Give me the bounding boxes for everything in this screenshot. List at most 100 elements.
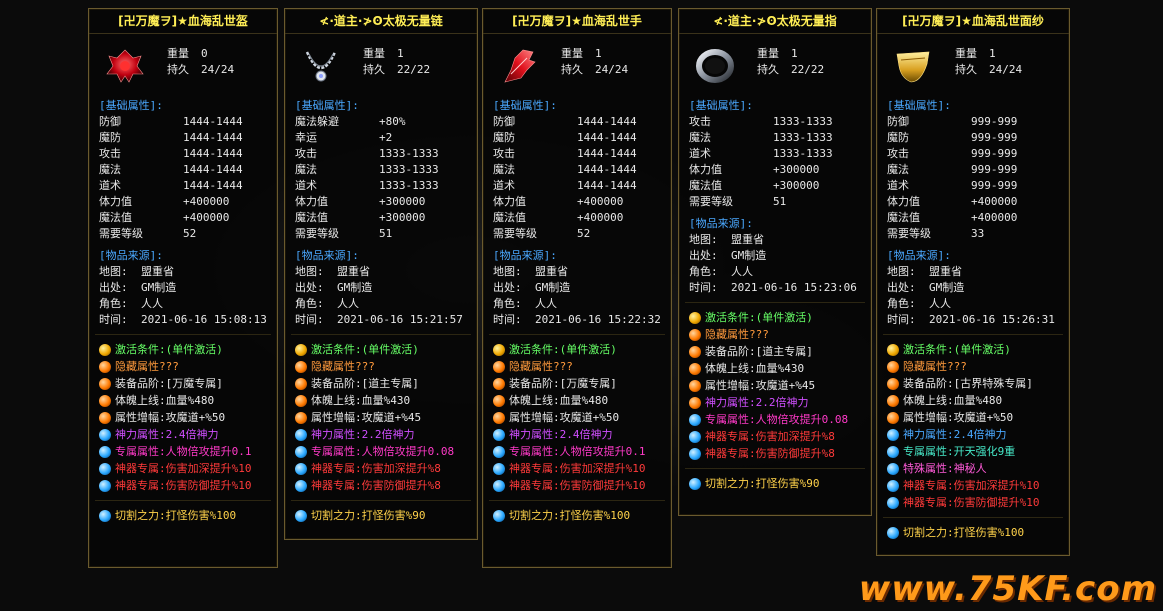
blue-orb-icon (493, 462, 505, 475)
attr-value: 999-999 (971, 163, 1018, 176)
attr-label: 需要等级 (493, 227, 537, 240)
attr-value: +400000 (971, 195, 1018, 208)
amplify-line: 属性增幅:攻魔道+%45 (679, 377, 871, 394)
artifact-line: 神器专属:伤害防御提升%10 (877, 494, 1069, 511)
source-label: 角色: (99, 297, 128, 310)
durability-label: 持久 (363, 63, 385, 76)
attr-row: 防御 1444-1444 (493, 114, 671, 130)
exclusive-line: 专属属性:人物倍攻提升0.08 (679, 411, 871, 428)
attr-row: 攻击 1333-1333 (295, 146, 477, 162)
source-label: 地图: (295, 265, 324, 278)
base-attributes-title: [基础属性]: (493, 99, 557, 112)
line-text: 神器专属:伤害加深提升%10 (903, 478, 1040, 492)
attr-label: 需要等级 (295, 227, 339, 240)
grade-line: 装备品阶:[道主专属] (285, 375, 477, 392)
weight-label: 重量 (757, 47, 779, 60)
item-tooltip-necklace: ≮·道主·≯ʘ太极无量链 重量 1 持久 22/22 [基础属性]: 魔法躲避 +80… (284, 8, 478, 540)
line-text: 专属属性:开天强化9重 (903, 444, 1016, 458)
hidden-attr-line: 隐藏属性??? (89, 358, 277, 375)
item-header: 重量 1 持久 24/24 (483, 34, 671, 98)
source-value: 人人 (141, 297, 163, 310)
source-label: 出处: (99, 281, 128, 294)
source-title: [物品来源]: (689, 217, 753, 230)
source-label: 出处: (295, 281, 324, 294)
attr-label: 道术 (99, 179, 121, 192)
source-label: 时间: (689, 281, 718, 294)
attr-label: 防御 (99, 115, 121, 128)
attr-value: 1333-1333 (379, 163, 439, 176)
divider (291, 334, 471, 335)
blue-orb-icon (99, 509, 111, 522)
divider (685, 302, 865, 303)
base-attributes: 防御 1444-1444 魔防 1444-1444 攻击 1444-1444 魔法 14… (89, 114, 277, 242)
blue-orb-icon (689, 447, 701, 460)
line-text: 神器专属:伤害加深提升%10 (115, 461, 252, 475)
line-text: 神器专属:伤害防御提升%10 (903, 495, 1040, 509)
line-text: 激活条件:(单件激活) (115, 342, 223, 356)
line-text: 属性增幅:攻魔道+%45 (311, 410, 422, 424)
attr-value: 1444-1444 (577, 147, 637, 160)
blue-orb-icon (887, 496, 899, 509)
gold-orb-icon (887, 343, 899, 356)
attr-value: +2 (379, 131, 393, 144)
weight-value: 1 (989, 47, 996, 60)
attr-label: 需要等级 (99, 227, 143, 240)
red-gauntlet-icon (504, 49, 536, 83)
attr-value: 1444-1444 (577, 163, 637, 176)
grade-line: 装备品阶:[万魔专属] (483, 375, 671, 392)
weight-value: 1 (595, 47, 602, 60)
source-row: 时间: 2021-06-16 15:22:32 (483, 312, 671, 328)
gold-veil-icon (896, 51, 930, 83)
attr-value: 1444-1444 (577, 131, 637, 144)
orange-orb-icon (689, 379, 701, 392)
item-tooltip-ring: ≮·道主·≯ʘ太极无量指 重量 1 持久 22/22 [基础属性]: 攻击 1333-… (678, 8, 872, 516)
attr-row: 需要等级 33 (887, 226, 1069, 242)
attr-label: 道术 (887, 179, 909, 192)
line-text: 激活条件:(单件激活) (311, 342, 419, 356)
source-value: 盟重省 (141, 265, 174, 278)
line-text: 激活条件:(单件激活) (509, 342, 617, 356)
orange-orb-icon (887, 360, 899, 373)
attr-label: 魔法 (295, 163, 317, 176)
item-name: ≮·道主·≯ʘ太极无量指 (679, 9, 871, 34)
god-power-line: 神力属性:2.4倍神力 (483, 426, 671, 443)
attr-label: 魔法值 (493, 211, 526, 224)
source-value: 人人 (731, 265, 753, 278)
blue-orb-icon (295, 428, 307, 441)
line-text: 体魄上线:血量%480 (509, 393, 609, 407)
orange-orb-icon (493, 377, 505, 390)
artifact-line: 神器专属:伤害防御提升%10 (89, 477, 277, 494)
god-power-line: 神力属性:2.4倍神力 (89, 426, 277, 443)
base-attributes-title: [基础属性]: (689, 99, 753, 112)
source-value: 2021-06-16 15:26:31 (929, 313, 1055, 326)
artifact-line: 神器专属:伤害加深提升%8 (679, 428, 871, 445)
source-label: 角色: (887, 297, 916, 310)
line-text: 神器专属:伤害加深提升%10 (509, 461, 646, 475)
god-power-line: 神力属性:2.4倍神力 (877, 426, 1069, 443)
attr-row: 体力值 +300000 (689, 162, 871, 178)
item-name: ≮·道主·≯ʘ太极无量链 (285, 9, 477, 34)
source-row: 角色: 人人 (483, 296, 671, 312)
source-row: 地图: 盟重省 (285, 264, 477, 280)
orange-orb-icon (295, 411, 307, 424)
source-row: 出处: GM制造 (877, 280, 1069, 296)
source-value: GM制造 (535, 281, 571, 294)
source-row: 地图: 盟重省 (89, 264, 277, 280)
hidden-attr-line: 隐藏属性??? (483, 358, 671, 375)
base-attributes-title: [基础属性]: (295, 99, 359, 112)
attr-row: 需要等级 52 (493, 226, 671, 242)
line-text: 体魄上线:血量%480 (115, 393, 215, 407)
source-row: 地图: 盟重省 (679, 232, 871, 248)
attr-row: 体力值 +400000 (99, 194, 277, 210)
weight-value: 1 (397, 47, 404, 60)
source-row: 角色: 人人 (89, 296, 277, 312)
attr-row: 魔防 1444-1444 (99, 130, 277, 146)
durability-label: 持久 (757, 63, 779, 76)
item-header: 重量 1 持久 22/22 (285, 34, 477, 98)
line-text: 神力属性:2.4倍神力 (903, 427, 1007, 441)
attr-row: 道术 999-999 (887, 178, 1069, 194)
attr-label: 魔防 (493, 131, 515, 144)
exclusive-line: 专属属性:人物倍攻提升0.08 (285, 443, 477, 460)
hidden-attr-line: 隐藏属性??? (285, 358, 477, 375)
attr-value: 1444-1444 (577, 179, 637, 192)
